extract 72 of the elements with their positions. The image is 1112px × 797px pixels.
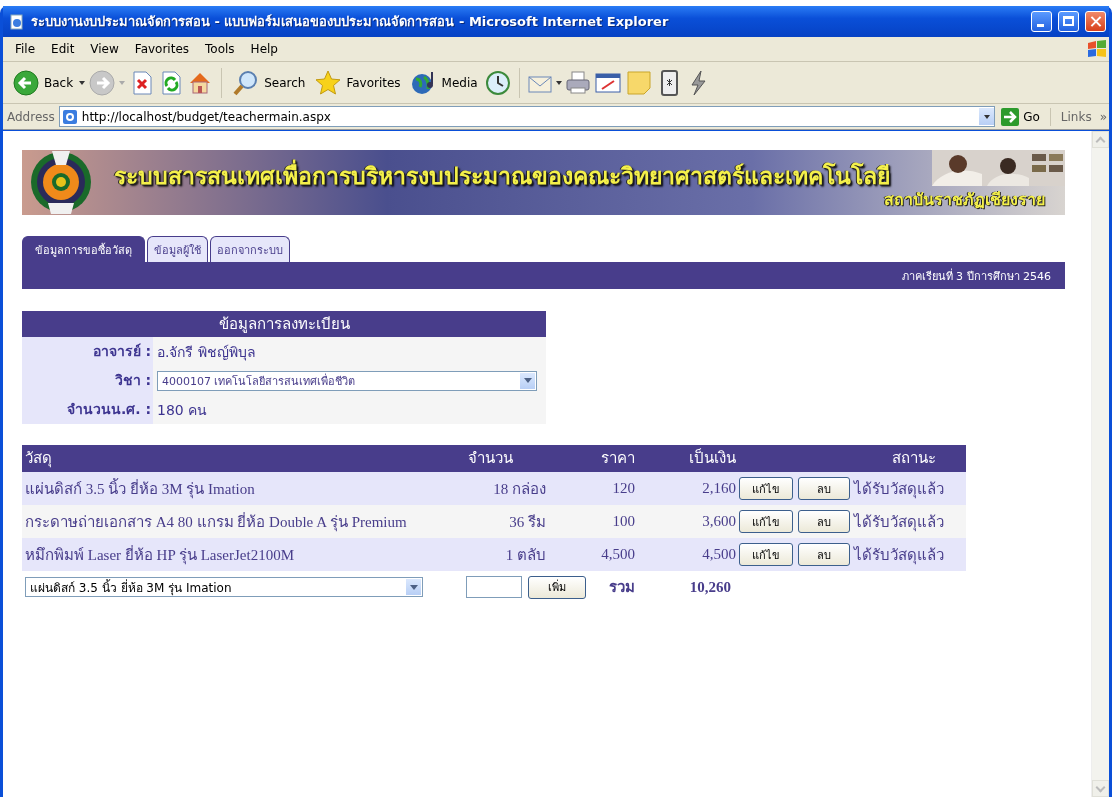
dropdown-arrow[interactable] (79, 80, 86, 85)
search-button[interactable]: Search (229, 66, 309, 99)
favorites-button[interactable]: Favorites (311, 66, 404, 99)
column-header: สถานะ (892, 449, 936, 467)
status: ได้รับวัสดุแล้ว (854, 479, 944, 501)
clock-icon[interactable] (483, 68, 512, 97)
back-button[interactable]: Back (9, 66, 77, 99)
total-amount: 10,260 (688, 578, 731, 596)
scrollbar[interactable] (1091, 131, 1109, 797)
address-field[interactable]: http://localhost/budget/teachermain.aspx (58, 106, 996, 127)
edit-button[interactable]: แก้ไข (739, 477, 793, 500)
price: 4,500 (601, 546, 635, 563)
dropdown-button[interactable] (978, 108, 995, 125)
course-select[interactable]: 4000107 เทคโนโลยีสารสนเทศเพื่อชีวิต (157, 370, 537, 391)
add-button[interactable]: เพิ่ม (528, 575, 586, 599)
amount: 4,500 (702, 546, 736, 563)
tab[interactable]: ออกจากระบบ (210, 236, 290, 262)
item-name: หมึกพิมพ์ Laser ยี่ห้อ HP รุ่น LaserJet2100M (25, 544, 294, 567)
address-label: Address (7, 109, 55, 124)
item-name: กระดาษถ่ายเอกสาร A4 80 แกรม ยี่ห้อ Double A รุ่น Premium (25, 511, 407, 534)
menu-item[interactable]: File (7, 42, 44, 56)
tab[interactable]: ข้อมูลการขอซื้อวัสดุ (22, 236, 145, 262)
amount: 3,600 (702, 513, 736, 530)
item-name: แผ่นดิสก์ 3.5 นิ้ว ยี่ห้อ 3M รุ่น Imation (25, 477, 255, 501)
term-label: ภาคเรียนที่ 3 ปีการศึกษา 2546 (901, 267, 1051, 285)
column-header: ราคา (601, 449, 635, 467)
field-label: อาจารย์ : (22, 337, 153, 366)
star-icon[interactable] (314, 68, 343, 97)
links-button[interactable]: Links (1060, 109, 1092, 124)
tab[interactable]: ข้อมูลผู้ใช้ (147, 236, 208, 262)
edit-button[interactable]: แก้ไข (739, 510, 793, 533)
column-header: จำนวน (468, 449, 513, 467)
windows-logo-icon (1085, 39, 1109, 59)
menu-item[interactable]: View (82, 42, 127, 56)
go-arrow-icon (1001, 107, 1020, 126)
total-label: รวม (608, 578, 635, 597)
delete-button[interactable]: ลบ (798, 543, 850, 566)
quantity-field[interactable] (466, 576, 522, 598)
field-value: 180 คน (157, 400, 208, 420)
price: 120 (612, 480, 635, 497)
more-chevron[interactable]: » (1099, 109, 1107, 124)
close-button[interactable] (1085, 11, 1106, 32)
menu-item[interactable]: Edit (43, 42, 83, 56)
dropdown-arrow[interactable] (555, 80, 562, 85)
status: ได้รับวัสดุแล้ว (854, 512, 944, 534)
quantity: 1 ตลับ (505, 545, 546, 565)
browser-page-icon (61, 108, 78, 125)
field-label: จำนวนน.ศ. : (22, 395, 153, 424)
window-title: ระบบงานงบประมาณจัดการสอน - แบบฟอร์มเสนอของบประมาณจัดการสอน - Microsoft Internet Explorer (31, 13, 670, 31)
dropdown-arrow (119, 80, 126, 85)
menu-item[interactable]: Favorites (126, 42, 198, 56)
go-button[interactable]: Go (999, 107, 1051, 126)
delete-button[interactable]: ลบ (798, 510, 850, 533)
minimize-button[interactable] (1031, 11, 1052, 32)
quantity: 36 รีม (509, 512, 546, 532)
column-header: วัสดุ (25, 449, 52, 467)
price: 100 (612, 513, 635, 530)
menu-item[interactable]: Help (242, 42, 286, 56)
edit-button[interactable]: แก้ไข (739, 543, 793, 566)
menu-item[interactable]: Tools (197, 42, 243, 56)
page-icon (9, 13, 25, 30)
delete-button[interactable]: ลบ (798, 477, 850, 500)
media-button[interactable]: Media (406, 66, 481, 99)
quantity: 18 กล่อง (493, 479, 546, 499)
panel-title: ข้อมูลการลงทะเบียน (22, 311, 546, 337)
column-header: เป็นเงิน (689, 449, 736, 467)
maximize-button[interactable] (1058, 11, 1079, 32)
item-select[interactable]: แผ่นดิสก์ 3.5 นิ้ว ยี่ห้อ 3M รุ่น Imation (25, 577, 423, 597)
field-label: วิชา : (22, 366, 153, 395)
status: ได้รับวัสดุแล้ว (854, 545, 944, 567)
field-value: อ.จักรี พิชญ์พิบุล (157, 342, 256, 363)
amount: 2,160 (702, 480, 736, 497)
